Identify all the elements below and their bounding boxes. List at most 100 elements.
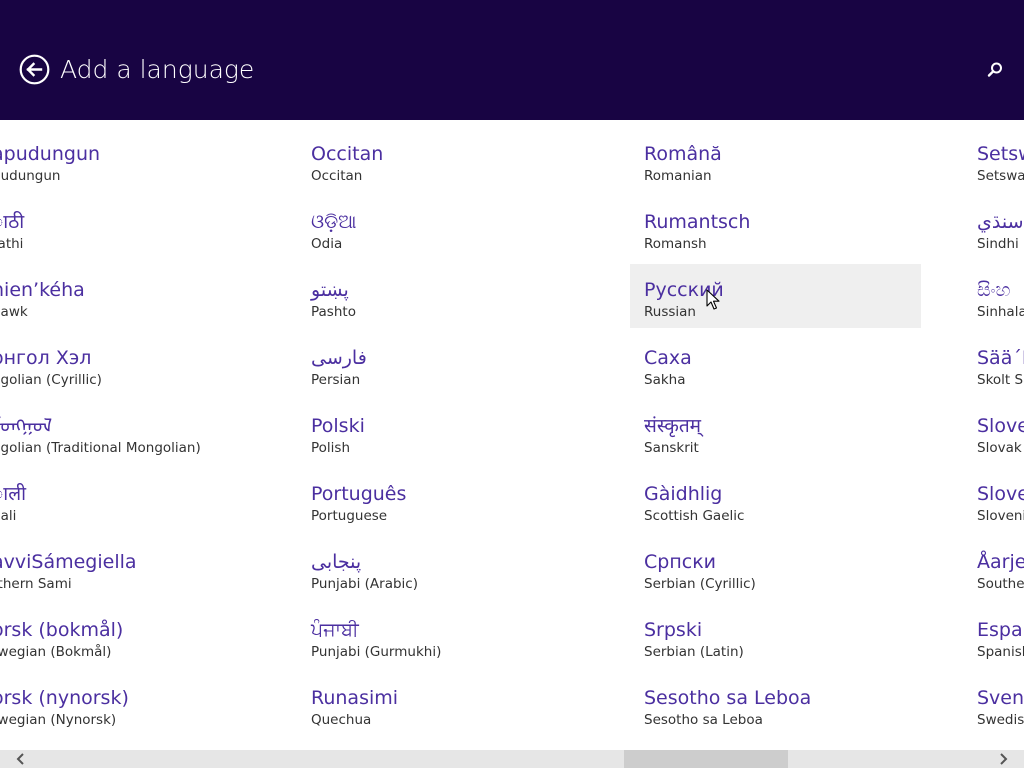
language-item[interactable]: Română Romanian <box>644 142 944 210</box>
language-item[interactable]: Setsw Setswan <box>977 142 1024 210</box>
language-native-name: فارسى <box>311 347 367 369</box>
language-english-name: Sinhala <box>977 304 1024 320</box>
language-english-name: Serbian (Latin) <box>644 644 744 660</box>
language-item[interactable]: Русский Russian <box>630 264 944 346</box>
language-native-name: Occitan <box>311 143 384 165</box>
language-english-name: pali <box>0 508 17 524</box>
language-english-name: Sakha <box>644 372 686 388</box>
language-item[interactable]: Slove Slovak <box>977 414 1024 482</box>
language-item[interactable]: ᠮᠣᠩᠭᠣᠯ ngolian (Traditional Mongolian) <box>0 414 292 482</box>
language-english-name: Odia <box>311 236 343 252</box>
language-item[interactable]: پښتو Pashto <box>311 278 611 346</box>
language-item[interactable]: සිංහ Sinhala <box>977 278 1024 346</box>
language-item[interactable]: Gàidhlig Scottish Gaelic <box>644 482 944 550</box>
language-english-name: Quechua <box>311 712 372 728</box>
language-column-4: Setsw Setswan سنڌي Sindhi (සිංහ Sinhala Sää´M… <box>977 142 1024 750</box>
search-button[interactable] <box>982 57 1008 83</box>
language-native-name: orsk (bokmål) <box>0 619 124 641</box>
language-english-name: Portuguese <box>311 508 388 524</box>
language-english-name: rwegian (Nynorsk) <box>0 712 117 728</box>
language-english-name: ngolian (Cyrillic) <box>0 372 102 388</box>
language-item[interactable]: سنڌي Sindhi ( <box>977 210 1024 278</box>
language-native-name: Sää´M <box>977 347 1024 369</box>
language-native-name: Polski <box>311 415 365 437</box>
language-english-name: rathi <box>0 236 24 252</box>
language-item[interactable]: orsk (bokmål) rwegian (Bokmål) <box>0 618 292 686</box>
language-item[interactable]: ाली pali <box>0 482 292 550</box>
language-item[interactable]: apudungun pudungun <box>0 142 292 210</box>
scrollbar-thumb[interactable] <box>624 750 788 768</box>
language-native-name: ᠮᠣᠩᠭᠣᠯ <box>0 415 53 437</box>
language-native-name: Gàidhlig <box>644 483 723 505</box>
language-native-name: ਪੰਜਾਬੀ <box>311 619 359 641</box>
language-item[interactable]: Sesotho sa Leboa Sesotho sa Leboa <box>644 686 944 750</box>
language-native-name: Svens <box>977 687 1024 709</box>
language-native-name: संस्कृतम् <box>644 415 702 437</box>
language-item[interactable]: Slove Slovenia <box>977 482 1024 550</box>
language-english-name: Serbian (Cyrillic) <box>644 576 756 592</box>
page-title: Add a language <box>60 55 255 84</box>
language-item[interactable]: онгол Хэл ngolian (Cyrillic) <box>0 346 292 414</box>
language-native-name: Română <box>644 143 722 165</box>
language-native-name: Српски <box>644 551 717 573</box>
language-native-name: онгол Хэл <box>0 347 92 369</box>
language-item[interactable]: nien’kéha hawk <box>0 278 292 346</box>
back-button[interactable] <box>19 54 50 85</box>
language-item[interactable]: پنجابی Punjabi (Arabic) <box>311 550 611 618</box>
language-item[interactable]: संस्कृतम् Sanskrit <box>644 414 944 482</box>
language-english-name: pudungun <box>0 168 61 184</box>
language-english-name: Scottish Gaelic <box>644 508 745 524</box>
language-english-name: Pashto <box>311 304 356 320</box>
language-native-name: Slove <box>977 415 1024 437</box>
language-english-name: Swedish <box>977 712 1024 728</box>
language-english-name: Occitan <box>311 168 363 184</box>
language-native-name: Rumantsch <box>644 211 751 233</box>
language-item[interactable]: avviSámegiella rthern Sami <box>0 550 292 618</box>
language-native-name: avviSámegiella <box>0 551 137 573</box>
language-native-name: nien’kéha <box>0 279 85 301</box>
language-english-name: Southe <box>977 576 1024 592</box>
language-native-name: apudungun <box>0 143 101 165</box>
language-item[interactable]: Occitan Occitan <box>311 142 611 210</box>
language-english-name: ngolian (Traditional Mongolian) <box>0 440 201 456</box>
language-native-name: සිංහ <box>977 279 1011 301</box>
language-item[interactable]: Åarje Southe <box>977 550 1024 618</box>
language-native-name: Srpski <box>644 619 703 641</box>
back-arrow-circle-icon <box>19 54 50 85</box>
scroll-left-button[interactable] <box>12 750 30 768</box>
language-native-name: Españ <box>977 619 1024 641</box>
language-english-name: Spanish <box>977 644 1024 660</box>
language-column-2: Occitan Occitan ଓଡ଼ିଆ Odia پښتو Pashto فارسى Pe… <box>311 142 611 750</box>
language-native-name: ाली <box>0 483 27 505</box>
language-english-name: Sindhi ( <box>977 236 1024 252</box>
language-native-name: Setsw <box>977 143 1024 165</box>
language-native-name: Slove <box>977 483 1024 505</box>
language-english-name: Slovak <box>977 440 1022 456</box>
language-english-name: Persian <box>311 372 361 388</box>
language-column-1: apudungun pudungunाठी rathi nien’kéha hawk он… <box>0 142 292 750</box>
language-item[interactable]: ଓଡ଼ିଆ Odia <box>311 210 611 278</box>
language-item[interactable]: ਪੰਜਾਬੀ Punjabi (Gurmukhi) <box>311 618 611 686</box>
language-item[interactable]: Runasimi Quechua <box>311 686 611 750</box>
language-item[interactable]: فارسى Persian <box>311 346 611 414</box>
language-item[interactable]: Sää´M Skolt Sa <box>977 346 1024 414</box>
language-english-name: Slovenia <box>977 508 1024 524</box>
language-column-3: Română Romanian Rumantsch Romansh Русский Rus… <box>630 142 944 750</box>
language-item[interactable]: Svens Swedish <box>977 686 1024 750</box>
language-english-name: Punjabi (Arabic) <box>311 576 418 592</box>
horizontal-scrollbar[interactable] <box>0 750 1024 768</box>
language-native-name: Português <box>311 483 407 505</box>
language-item[interactable]: Саха Sakha <box>644 346 944 414</box>
scroll-right-button[interactable] <box>994 750 1012 768</box>
language-native-name: Sesotho sa Leboa <box>644 687 812 709</box>
language-item[interactable]: Polski Polish <box>311 414 611 482</box>
language-english-name: Romanian <box>644 168 712 184</box>
language-item[interactable]: Português Portuguese <box>311 482 611 550</box>
chevron-right-icon <box>1000 753 1008 765</box>
language-item[interactable]: ाठी rathi <box>0 210 292 278</box>
language-item[interactable]: Српски Serbian (Cyrillic) <box>644 550 944 618</box>
language-item[interactable]: Srpski Serbian (Latin) <box>644 618 944 686</box>
language-item[interactable]: orsk (nynorsk) rwegian (Nynorsk) <box>0 686 292 750</box>
language-item[interactable]: Españ Spanish <box>977 618 1024 686</box>
language-native-name: Åarje <box>977 551 1024 573</box>
